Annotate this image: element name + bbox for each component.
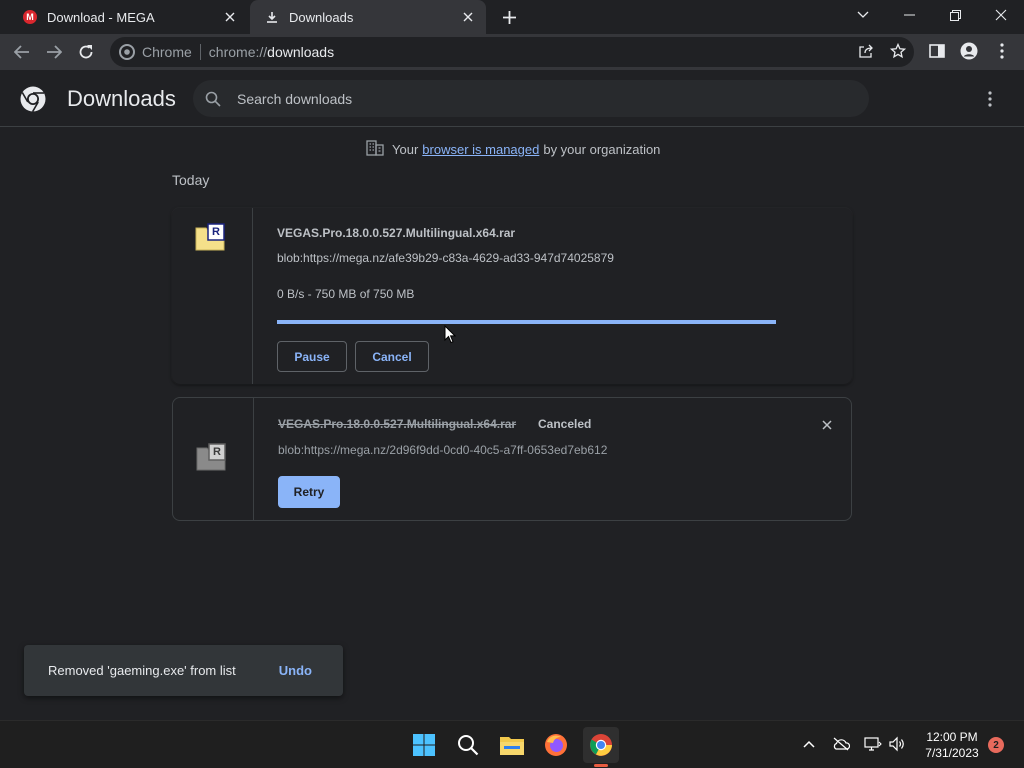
retry-button[interactable]: Retry (278, 476, 340, 508)
download-icon (264, 9, 280, 25)
search-icon (205, 91, 221, 107)
page-title: Downloads (67, 86, 176, 111)
rar-archive-icon: R (195, 442, 229, 477)
card-divider (253, 398, 254, 520)
minimize-icon[interactable] (886, 0, 932, 30)
search-icon[interactable] (450, 727, 486, 763)
chrome-icon (119, 44, 135, 60)
tab-mega[interactable]: M Download - MEGA (8, 0, 248, 34)
url-scheme: chrome:// (208, 44, 268, 60)
tab-strip: M Download - MEGA Downloads (0, 0, 1024, 34)
card-divider (252, 208, 253, 384)
reload-icon[interactable] (72, 38, 100, 66)
chevron-up-icon[interactable] (798, 733, 820, 755)
building-icon (366, 140, 384, 159)
rar-icon-letter: R (213, 446, 221, 458)
download-progress-fill (277, 320, 776, 324)
new-tab-button[interactable] (498, 6, 520, 28)
bookmark-star-icon[interactable] (887, 40, 909, 62)
toast-message: Removed 'gaeming.exe' from list (48, 663, 236, 678)
download-source-url[interactable]: blob:https://mega.nz/afe39b29-c83a-4629-… (277, 251, 614, 265)
downloads-header: Downloads (0, 70, 1024, 127)
site-chip: Chrome (142, 44, 192, 60)
restore-icon[interactable] (932, 0, 978, 30)
clock-time: 12:00 PM (926, 730, 978, 744)
chrome-taskbar-icon[interactable] (583, 727, 619, 763)
undo-button[interactable]: Undo (279, 663, 312, 678)
chip-separator (199, 44, 201, 60)
windows-start-icon[interactable] (406, 727, 442, 763)
search-downloads-box[interactable] (193, 80, 869, 117)
managed-notice: Your browser is managed by your organiza… (366, 140, 660, 159)
tab-label: Downloads (289, 9, 354, 25)
more-actions-icon[interactable] (979, 88, 1001, 110)
share-icon[interactable] (855, 40, 877, 62)
volume-icon[interactable] (886, 733, 908, 755)
download-item-active: R VEGAS.Pro.18.0.0.527.Multilingual.x64.… (172, 208, 852, 384)
search-input[interactable] (237, 90, 837, 107)
pause-button[interactable]: Pause (277, 341, 347, 372)
managed-link[interactable]: browser is managed (422, 142, 539, 157)
side-panel-icon[interactable] (926, 40, 948, 62)
download-item-canceled: R VEGAS.Pro.18.0.0.527.Multilingual.x64.… (172, 397, 852, 521)
managed-text-before: Your (392, 142, 419, 157)
system-clock[interactable]: 12:00 PM 7/31/2023 (914, 729, 990, 761)
close-window-icon[interactable] (978, 0, 1024, 30)
chrome-menu-icon[interactable] (991, 40, 1013, 62)
download-source-url[interactable]: blob:https://mega.nz/2d96f9dd-0cd0-40c5-… (278, 443, 607, 457)
back-arrow-icon[interactable] (8, 38, 36, 66)
download-status: Canceled (538, 417, 592, 431)
active-app-indicator (594, 764, 608, 767)
download-filename: VEGAS.Pro.18.0.0.527.Multilingual.x64.ra… (278, 417, 517, 431)
section-date-label: Today (172, 172, 210, 188)
chrome-logo-icon (19, 85, 47, 118)
download-filename[interactable]: VEGAS.Pro.18.0.0.527.Multilingual.x64.ra… (277, 226, 515, 240)
taskbar: 12:00 PM 7/31/2023 2 (0, 720, 1024, 768)
download-progress-bar (277, 320, 776, 324)
url-host: downloads (267, 44, 335, 60)
onedrive-offline-icon[interactable] (830, 733, 852, 755)
firefox-icon[interactable] (538, 727, 574, 763)
clock-date: 7/31/2023 (925, 746, 979, 760)
rar-archive-icon: R (194, 222, 228, 257)
cancel-button[interactable]: Cancel (355, 341, 429, 372)
download-progress-text: 0 B/s - 750 MB of 750 MB (277, 287, 415, 301)
close-icon[interactable] (220, 7, 240, 27)
managed-text-after: by your organization (543, 142, 661, 157)
tab-label: Download - MEGA (47, 9, 155, 25)
close-icon[interactable] (458, 7, 478, 27)
tab-search-icon[interactable] (840, 0, 886, 30)
mega-logo-letter: M (23, 10, 37, 24)
tab-downloads[interactable]: Downloads (250, 0, 486, 34)
remove-from-list-icon[interactable] (817, 415, 837, 435)
network-icon[interactable] (862, 733, 884, 755)
mouse-cursor-icon (444, 324, 457, 349)
notification-badge[interactable]: 2 (988, 737, 1004, 753)
browser-toolbar: Chrome chrome:// downloads (0, 34, 1024, 70)
forward-arrow-icon[interactable] (40, 38, 68, 66)
address-bar[interactable]: Chrome chrome:// downloads (110, 37, 914, 67)
mega-icon: M (22, 9, 38, 25)
profile-icon[interactable] (958, 40, 980, 62)
undo-toast: Removed 'gaeming.exe' from list Undo (24, 645, 343, 696)
file-explorer-icon[interactable] (494, 727, 530, 763)
rar-icon-letter: R (212, 226, 220, 238)
